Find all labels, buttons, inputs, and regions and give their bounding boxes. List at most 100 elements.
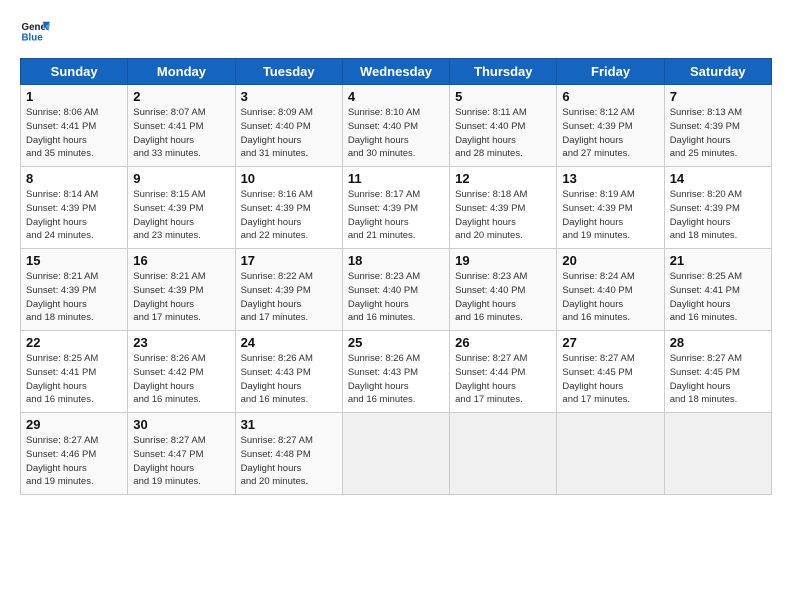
day-info: Sunrise: 8:14 AM Sunset: 4:39 PM Dayligh…	[26, 188, 122, 243]
calendar-cell: 23 Sunrise: 8:26 AM Sunset: 4:42 PM Dayl…	[128, 331, 235, 413]
day-info: Sunrise: 8:16 AM Sunset: 4:39 PM Dayligh…	[241, 188, 337, 243]
calendar-cell: 5 Sunrise: 8:11 AM Sunset: 4:40 PM Dayli…	[450, 85, 557, 167]
calendar-cell: 20 Sunrise: 8:24 AM Sunset: 4:40 PM Dayl…	[557, 249, 664, 331]
day-info: Sunrise: 8:13 AM Sunset: 4:39 PM Dayligh…	[670, 106, 766, 161]
day-info: Sunrise: 8:19 AM Sunset: 4:39 PM Dayligh…	[562, 188, 658, 243]
calendar-cell: 4 Sunrise: 8:10 AM Sunset: 4:40 PM Dayli…	[342, 85, 449, 167]
day-number: 12	[455, 171, 551, 186]
day-number: 18	[348, 253, 444, 268]
header: General Blue	[20, 18, 772, 48]
day-info: Sunrise: 8:27 AM Sunset: 4:47 PM Dayligh…	[133, 434, 229, 489]
calendar-week-row: 8 Sunrise: 8:14 AM Sunset: 4:39 PM Dayli…	[21, 167, 772, 249]
logo-icon: General Blue	[20, 18, 50, 48]
calendar-body: 1 Sunrise: 8:06 AM Sunset: 4:41 PM Dayli…	[21, 85, 772, 495]
day-info: Sunrise: 8:15 AM Sunset: 4:39 PM Dayligh…	[133, 188, 229, 243]
calendar-cell: 14 Sunrise: 8:20 AM Sunset: 4:39 PM Dayl…	[664, 167, 771, 249]
calendar-cell: 18 Sunrise: 8:23 AM Sunset: 4:40 PM Dayl…	[342, 249, 449, 331]
day-info: Sunrise: 8:12 AM Sunset: 4:39 PM Dayligh…	[562, 106, 658, 161]
day-number: 27	[562, 335, 658, 350]
day-info: Sunrise: 8:25 AM Sunset: 4:41 PM Dayligh…	[670, 270, 766, 325]
day-number: 25	[348, 335, 444, 350]
day-info: Sunrise: 8:21 AM Sunset: 4:39 PM Dayligh…	[133, 270, 229, 325]
calendar-cell	[557, 413, 664, 495]
day-number: 29	[26, 417, 122, 432]
day-number: 24	[241, 335, 337, 350]
calendar-cell: 24 Sunrise: 8:26 AM Sunset: 4:43 PM Dayl…	[235, 331, 342, 413]
day-number: 10	[241, 171, 337, 186]
day-number: 19	[455, 253, 551, 268]
calendar-table: SundayMondayTuesdayWednesdayThursdayFrid…	[20, 58, 772, 495]
day-info: Sunrise: 8:25 AM Sunset: 4:41 PM Dayligh…	[26, 352, 122, 407]
calendar-cell: 3 Sunrise: 8:09 AM Sunset: 4:40 PM Dayli…	[235, 85, 342, 167]
calendar-cell: 11 Sunrise: 8:17 AM Sunset: 4:39 PM Dayl…	[342, 167, 449, 249]
day-header: Wednesday	[342, 59, 449, 85]
day-info: Sunrise: 8:27 AM Sunset: 4:46 PM Dayligh…	[26, 434, 122, 489]
calendar-cell: 12 Sunrise: 8:18 AM Sunset: 4:39 PM Dayl…	[450, 167, 557, 249]
day-info: Sunrise: 8:20 AM Sunset: 4:39 PM Dayligh…	[670, 188, 766, 243]
day-number: 21	[670, 253, 766, 268]
day-number: 14	[670, 171, 766, 186]
calendar-cell: 19 Sunrise: 8:23 AM Sunset: 4:40 PM Dayl…	[450, 249, 557, 331]
day-info: Sunrise: 8:26 AM Sunset: 4:43 PM Dayligh…	[348, 352, 444, 407]
day-number: 30	[133, 417, 229, 432]
calendar-cell	[342, 413, 449, 495]
day-header: Tuesday	[235, 59, 342, 85]
day-number: 15	[26, 253, 122, 268]
day-number: 9	[133, 171, 229, 186]
day-info: Sunrise: 8:10 AM Sunset: 4:40 PM Dayligh…	[348, 106, 444, 161]
calendar-cell: 30 Sunrise: 8:27 AM Sunset: 4:47 PM Dayl…	[128, 413, 235, 495]
logo: General Blue	[20, 18, 50, 48]
calendar-cell: 2 Sunrise: 8:07 AM Sunset: 4:41 PM Dayli…	[128, 85, 235, 167]
calendar-cell: 10 Sunrise: 8:16 AM Sunset: 4:39 PM Dayl…	[235, 167, 342, 249]
day-number: 31	[241, 417, 337, 432]
day-info: Sunrise: 8:27 AM Sunset: 4:44 PM Dayligh…	[455, 352, 551, 407]
day-number: 20	[562, 253, 658, 268]
day-info: Sunrise: 8:06 AM Sunset: 4:41 PM Dayligh…	[26, 106, 122, 161]
day-number: 28	[670, 335, 766, 350]
day-info: Sunrise: 8:27 AM Sunset: 4:48 PM Dayligh…	[241, 434, 337, 489]
day-info: Sunrise: 8:26 AM Sunset: 4:43 PM Dayligh…	[241, 352, 337, 407]
day-number: 17	[241, 253, 337, 268]
day-number: 16	[133, 253, 229, 268]
day-info: Sunrise: 8:27 AM Sunset: 4:45 PM Dayligh…	[562, 352, 658, 407]
day-info: Sunrise: 8:11 AM Sunset: 4:40 PM Dayligh…	[455, 106, 551, 161]
calendar-cell: 16 Sunrise: 8:21 AM Sunset: 4:39 PM Dayl…	[128, 249, 235, 331]
day-info: Sunrise: 8:18 AM Sunset: 4:39 PM Dayligh…	[455, 188, 551, 243]
day-info: Sunrise: 8:23 AM Sunset: 4:40 PM Dayligh…	[348, 270, 444, 325]
day-info: Sunrise: 8:26 AM Sunset: 4:42 PM Dayligh…	[133, 352, 229, 407]
day-number: 5	[455, 89, 551, 104]
day-info: Sunrise: 8:09 AM Sunset: 4:40 PM Dayligh…	[241, 106, 337, 161]
calendar-cell: 21 Sunrise: 8:25 AM Sunset: 4:41 PM Dayl…	[664, 249, 771, 331]
day-header: Saturday	[664, 59, 771, 85]
day-number: 6	[562, 89, 658, 104]
calendar-cell: 13 Sunrise: 8:19 AM Sunset: 4:39 PM Dayl…	[557, 167, 664, 249]
calendar-header-row: SundayMondayTuesdayWednesdayThursdayFrid…	[21, 59, 772, 85]
svg-text:Blue: Blue	[22, 33, 44, 44]
calendar-cell: 27 Sunrise: 8:27 AM Sunset: 4:45 PM Dayl…	[557, 331, 664, 413]
day-info: Sunrise: 8:24 AM Sunset: 4:40 PM Dayligh…	[562, 270, 658, 325]
day-header: Sunday	[21, 59, 128, 85]
calendar-cell: 6 Sunrise: 8:12 AM Sunset: 4:39 PM Dayli…	[557, 85, 664, 167]
day-header: Monday	[128, 59, 235, 85]
day-info: Sunrise: 8:07 AM Sunset: 4:41 PM Dayligh…	[133, 106, 229, 161]
calendar-cell: 26 Sunrise: 8:27 AM Sunset: 4:44 PM Dayl…	[450, 331, 557, 413]
day-header: Friday	[557, 59, 664, 85]
day-info: Sunrise: 8:21 AM Sunset: 4:39 PM Dayligh…	[26, 270, 122, 325]
calendar-cell: 29 Sunrise: 8:27 AM Sunset: 4:46 PM Dayl…	[21, 413, 128, 495]
calendar-cell: 25 Sunrise: 8:26 AM Sunset: 4:43 PM Dayl…	[342, 331, 449, 413]
calendar-cell: 8 Sunrise: 8:14 AM Sunset: 4:39 PM Dayli…	[21, 167, 128, 249]
calendar-cell: 15 Sunrise: 8:21 AM Sunset: 4:39 PM Dayl…	[21, 249, 128, 331]
page: General Blue SundayMondayTuesdayWednesda…	[0, 0, 792, 612]
calendar-cell: 22 Sunrise: 8:25 AM Sunset: 4:41 PM Dayl…	[21, 331, 128, 413]
calendar-cell: 28 Sunrise: 8:27 AM Sunset: 4:45 PM Dayl…	[664, 331, 771, 413]
day-info: Sunrise: 8:22 AM Sunset: 4:39 PM Dayligh…	[241, 270, 337, 325]
calendar-cell: 31 Sunrise: 8:27 AM Sunset: 4:48 PM Dayl…	[235, 413, 342, 495]
day-info: Sunrise: 8:17 AM Sunset: 4:39 PM Dayligh…	[348, 188, 444, 243]
day-number: 4	[348, 89, 444, 104]
calendar-cell	[664, 413, 771, 495]
calendar-cell: 9 Sunrise: 8:15 AM Sunset: 4:39 PM Dayli…	[128, 167, 235, 249]
day-number: 8	[26, 171, 122, 186]
calendar-cell	[450, 413, 557, 495]
calendar-cell: 1 Sunrise: 8:06 AM Sunset: 4:41 PM Dayli…	[21, 85, 128, 167]
day-number: 23	[133, 335, 229, 350]
